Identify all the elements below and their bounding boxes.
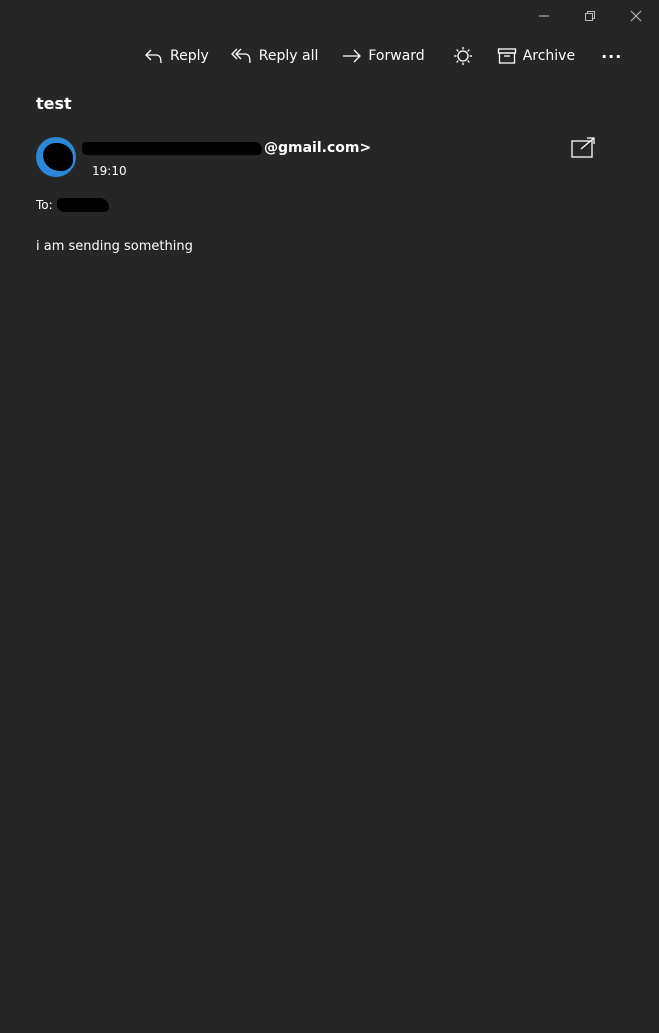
forward-button[interactable]: Forward (342, 42, 425, 70)
popout-icon (571, 137, 595, 158)
minimize-button[interactable] (521, 0, 567, 32)
brightness-icon (453, 47, 472, 65)
title-bar (521, 0, 659, 32)
reply-label: Reply (170, 48, 209, 64)
forward-icon (343, 49, 362, 63)
message-toolbar: Reply Reply all Forward Archive ··· (140, 42, 622, 70)
message-time: 19:10 (92, 164, 127, 178)
sender-redaction (81, 141, 263, 155)
recipient-redaction[interactable] (56, 198, 109, 212)
recipients-line: To: (36, 198, 109, 212)
sender-address[interactable]: @gmail.com> (81, 137, 372, 159)
reply-icon (145, 49, 162, 64)
sender-address-suffix: @gmail.com> (264, 140, 372, 156)
archive-button[interactable]: Archive (497, 42, 575, 70)
more-button[interactable]: ··· (601, 42, 622, 70)
message-body: i am sending something (36, 239, 193, 254)
to-label: To: (36, 198, 53, 212)
archive-icon (497, 48, 516, 64)
open-in-new-window-button[interactable] (570, 136, 596, 160)
brightness-button[interactable] (453, 42, 473, 70)
restore-button[interactable] (567, 0, 613, 32)
reply-all-label: Reply all (258, 48, 319, 64)
close-icon (630, 10, 642, 22)
archive-label: Archive (522, 48, 576, 64)
avatar-redaction (43, 143, 73, 171)
more-icon: ··· (601, 46, 623, 66)
reply-all-icon (230, 48, 251, 64)
minimize-icon (539, 15, 549, 17)
mail-reading-window: Reply Reply all Forward Archive ··· test… (0, 0, 659, 1033)
reply-all-button[interactable]: Reply all (230, 42, 319, 70)
restore-icon (585, 11, 595, 21)
close-button[interactable] (613, 0, 659, 32)
forward-label: Forward (368, 48, 425, 64)
sender-avatar (36, 137, 76, 177)
reply-button[interactable]: Reply (144, 42, 209, 70)
message-subject: test (36, 94, 72, 113)
